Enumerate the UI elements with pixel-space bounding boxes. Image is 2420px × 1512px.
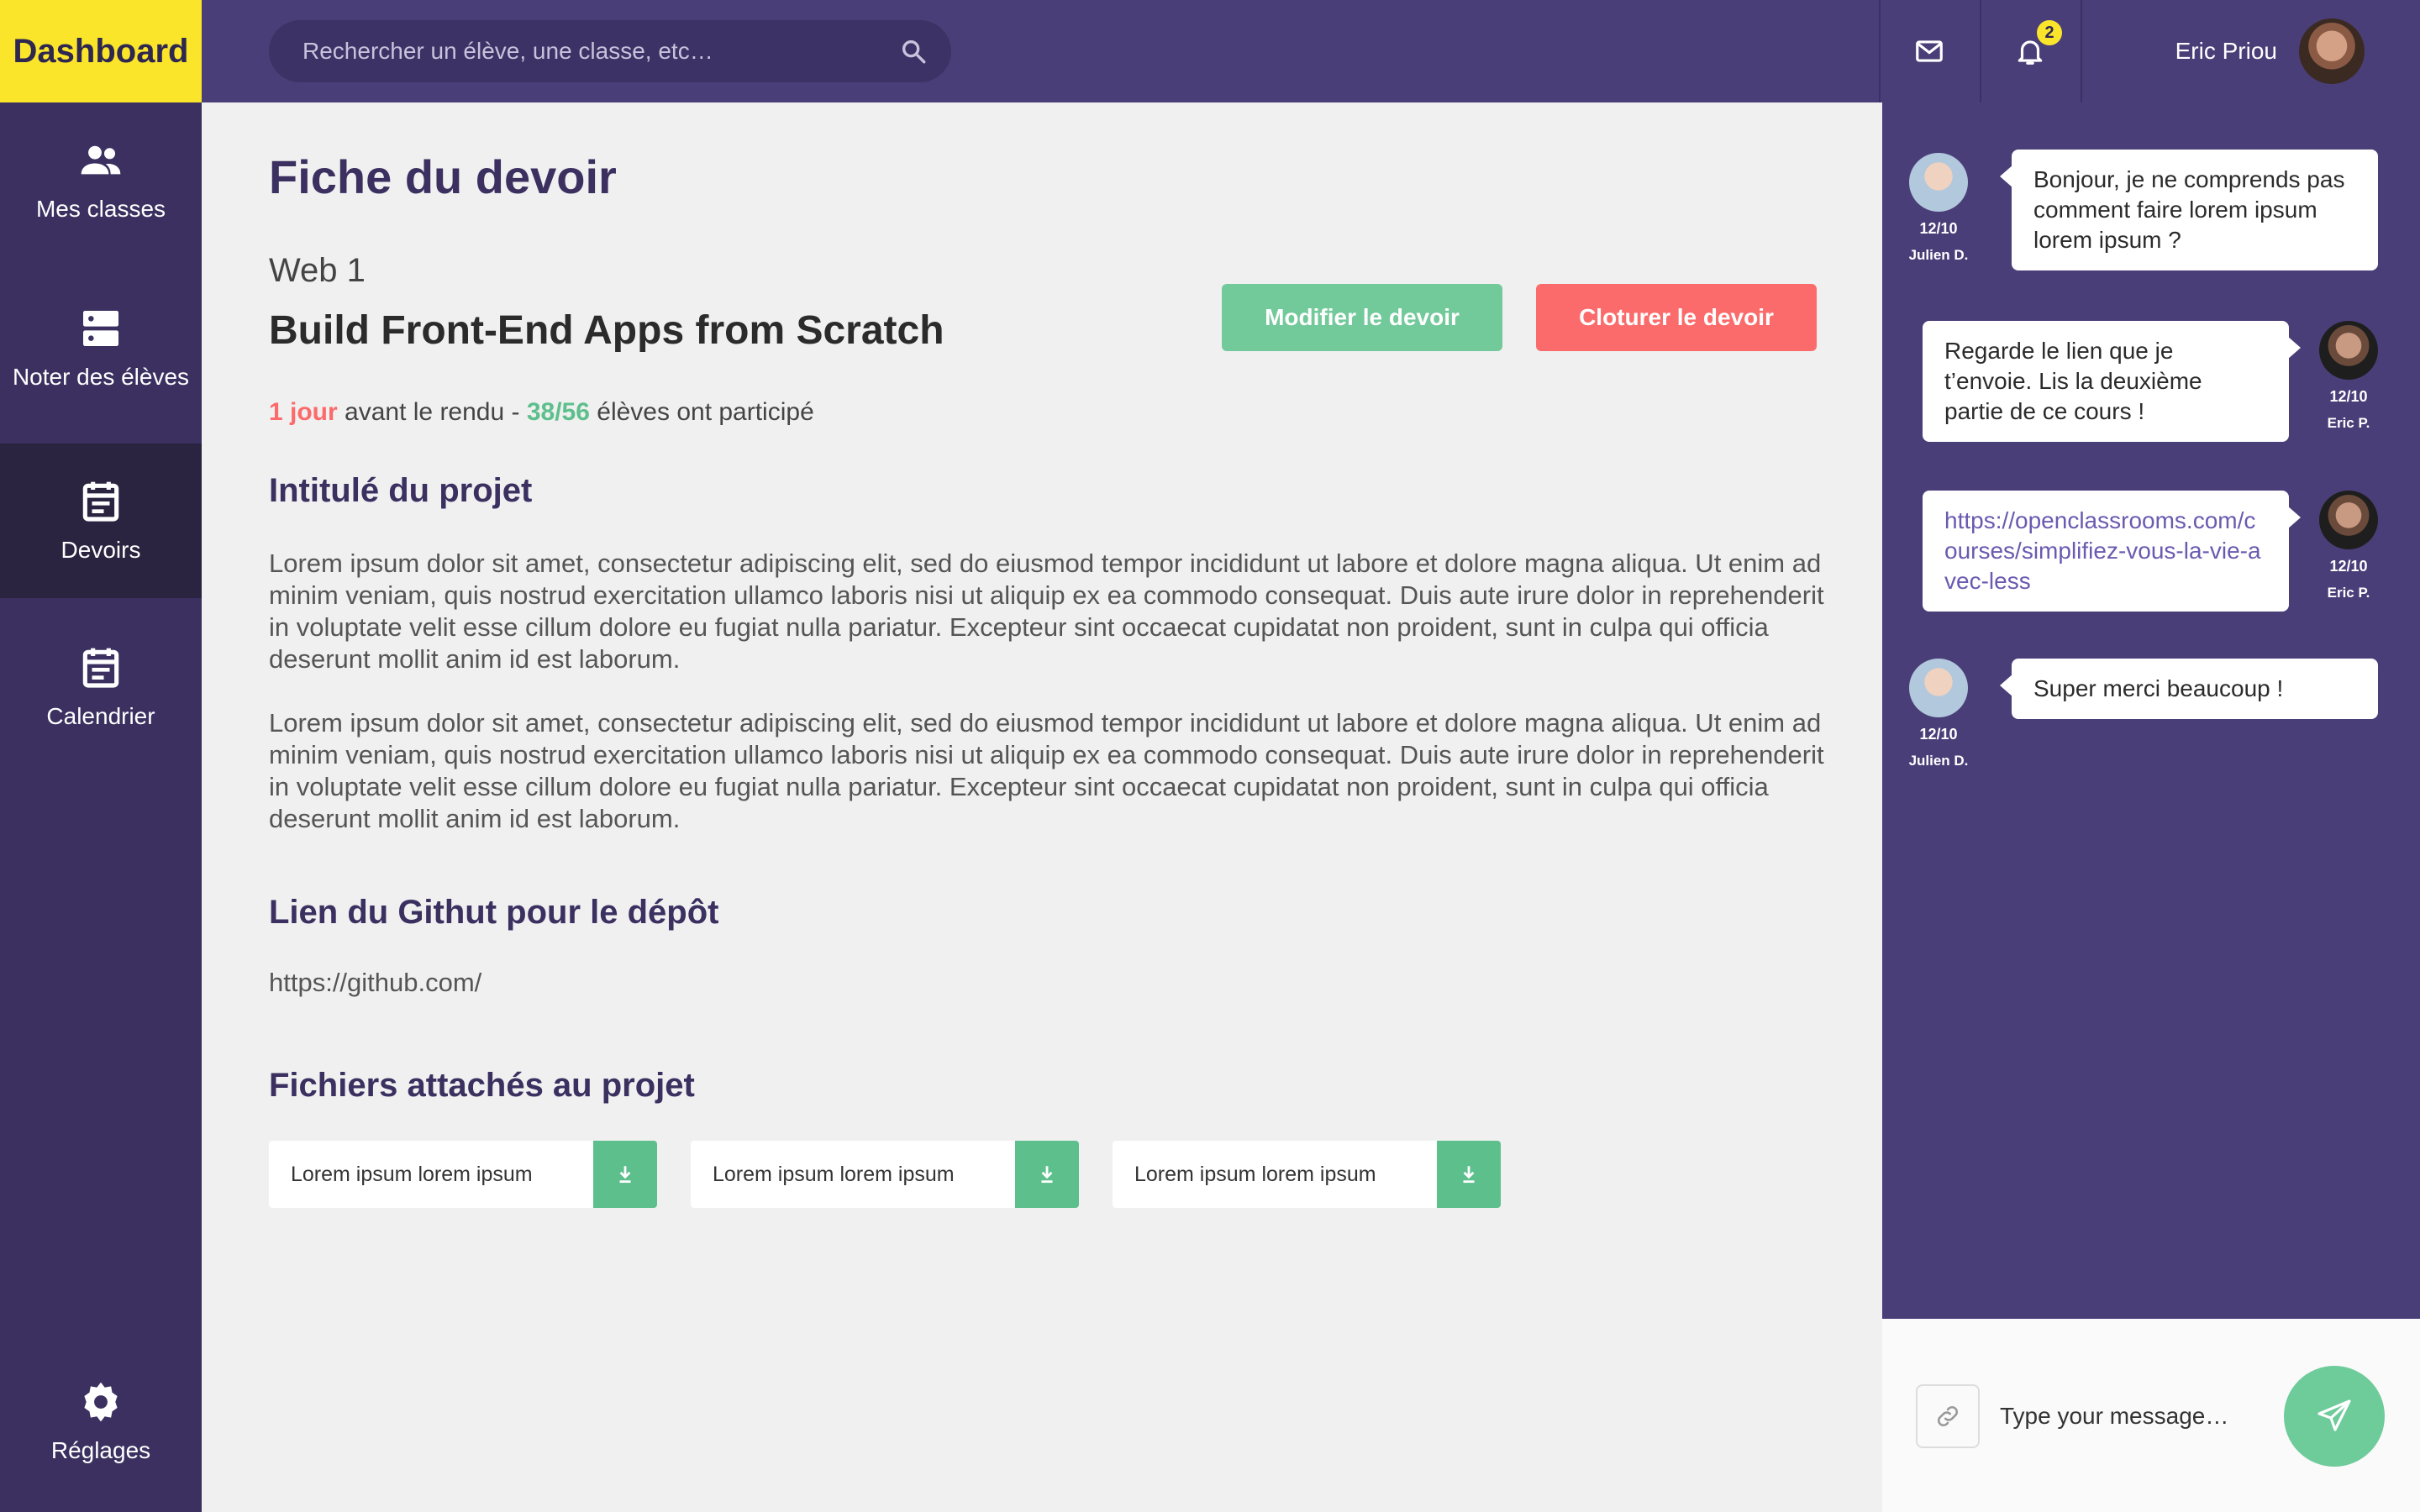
section-heading-project: Intitulé du projet xyxy=(269,472,533,509)
sidebar-item-label: Mes classes xyxy=(35,196,166,222)
message-author: Julien D. xyxy=(1908,753,1969,769)
people-icon xyxy=(81,145,121,175)
link-icon xyxy=(1937,1405,1959,1427)
close-assignment-button[interactable]: Cloturer le devoir xyxy=(1536,284,1817,351)
mail-button[interactable] xyxy=(1879,0,1980,102)
attached-file: Lorem ipsum lorem ipsum xyxy=(269,1141,657,1208)
top-bar: Dashboard Rechercher un élève, une class… xyxy=(0,0,2420,102)
chat-message-link[interactable]: https://openclassrooms.com/courses/simpl… xyxy=(1923,491,2301,612)
sidebar-item-calendrier[interactable]: Calendrier xyxy=(0,610,202,764)
notifications-button[interactable]: 2 xyxy=(1980,0,2081,102)
section-heading-files: Fichiers attachés au projet xyxy=(269,1067,695,1104)
download-icon xyxy=(1463,1166,1475,1184)
sidebar-item-label: Réglages xyxy=(50,1437,151,1463)
attach-link-button[interactable] xyxy=(1916,1384,1980,1448)
status-text: élèves ont participé xyxy=(597,398,814,426)
chat-message: Bonjour, je ne comprends pas comment fai… xyxy=(2000,150,2378,270)
download-button[interactable] xyxy=(1015,1141,1079,1208)
download-icon xyxy=(619,1166,631,1184)
sidebar-item-label: Noter des élèves xyxy=(12,364,190,390)
dashboard-logo[interactable]: Dashboard xyxy=(0,0,202,102)
days-left: 1 jour xyxy=(269,398,338,426)
search-input[interactable]: Rechercher un élève, une classe, etc… xyxy=(269,20,951,82)
message-date: 12/10 xyxy=(1919,726,1958,743)
chat-panel: 12/10 Julien D. Bonjour, je ne comprends… xyxy=(1882,102,2420,1319)
logo-text: Dashboard xyxy=(13,32,189,70)
message-author: Julien D. xyxy=(1908,247,1969,263)
avatar xyxy=(1909,153,1968,212)
message-date: 12/10 xyxy=(2329,388,2368,405)
file-name: Lorem ipsum lorem ipsum xyxy=(713,1163,955,1186)
message-date: 12/10 xyxy=(1919,220,1958,237)
section-heading-github: Lien du Githut pour le dépôt xyxy=(269,894,719,931)
gear-icon xyxy=(84,1382,118,1422)
calendar-icon xyxy=(82,648,119,688)
project-description: Lorem ipsum dolor sit amet, consectetur … xyxy=(269,549,1824,674)
download-button[interactable] xyxy=(593,1141,657,1208)
search-icon[interactable] xyxy=(899,37,928,66)
storage-icon xyxy=(83,311,118,346)
send-icon xyxy=(2317,1399,2351,1431)
sidebar-item-label: Calendrier xyxy=(46,703,155,729)
edit-assignment-button[interactable]: Modifier le devoir xyxy=(1222,284,1502,351)
page-title: Fiche du devoir xyxy=(269,150,617,203)
class-name: Web 1 xyxy=(269,252,366,289)
send-button[interactable] xyxy=(2284,1366,2385,1467)
main-content: Fiche du devoir Web 1 Build Front-End Ap… xyxy=(202,102,1882,1512)
divider xyxy=(2081,0,2082,102)
attached-file: Lorem ipsum lorem ipsum xyxy=(691,1141,1079,1208)
participation-count: 38/56 xyxy=(526,398,590,426)
sidebar-item-label: Devoirs xyxy=(60,537,141,563)
user-name[interactable]: Eric Priou xyxy=(2151,0,2277,102)
github-link[interactable]: https://github.com/ xyxy=(269,968,481,998)
assignment-icon xyxy=(82,481,119,522)
search-placeholder: Rechercher un élève, une classe, etc… xyxy=(302,38,713,64)
attached-file: Lorem ipsum lorem ipsum xyxy=(1113,1141,1501,1208)
avatar xyxy=(1909,659,1968,717)
mail-icon xyxy=(1916,40,1943,62)
message-author: Eric P. xyxy=(2327,415,2370,431)
chat-message: Regarde le lien que je t’envoie. Lis la … xyxy=(1923,321,2301,442)
avatar[interactable] xyxy=(2299,18,2365,84)
avatar xyxy=(2319,321,2378,380)
sidebar: Mes classes Noter des élèves Devoirs Cal… xyxy=(0,102,202,1512)
message-date: 12/10 xyxy=(2329,558,2368,575)
message-input[interactable]: Type your message… xyxy=(2000,1384,2228,1448)
project-title: Build Front-End Apps from Scratch xyxy=(269,308,944,353)
chat-composer: Type your message… xyxy=(1882,1319,2420,1512)
sidebar-item-devoirs[interactable]: Devoirs xyxy=(0,444,202,598)
file-name: Lorem ipsum lorem ipsum xyxy=(291,1163,533,1186)
notification-badge: 2 xyxy=(2037,20,2062,45)
sidebar-item-mes-classes[interactable]: Mes classes xyxy=(0,102,202,257)
project-description: Lorem ipsum dolor sit amet, consectetur … xyxy=(269,708,1824,833)
avatar xyxy=(2319,491,2378,549)
message-author: Eric P. xyxy=(2327,585,2370,601)
download-icon xyxy=(1041,1166,1053,1184)
download-button[interactable] xyxy=(1437,1141,1501,1208)
sidebar-item-noter-des-eleves[interactable]: Noter des élèves xyxy=(0,270,202,425)
status-text: avant le rendu - xyxy=(345,398,520,426)
file-name: Lorem ipsum lorem ipsum xyxy=(1134,1163,1376,1186)
chat-message: Super merci beaucoup ! xyxy=(2000,659,2378,719)
assignment-status: 1 jour avant le rendu - 38/56 élèves ont… xyxy=(269,398,814,427)
sidebar-item-reglages[interactable]: Réglages xyxy=(0,1344,202,1499)
